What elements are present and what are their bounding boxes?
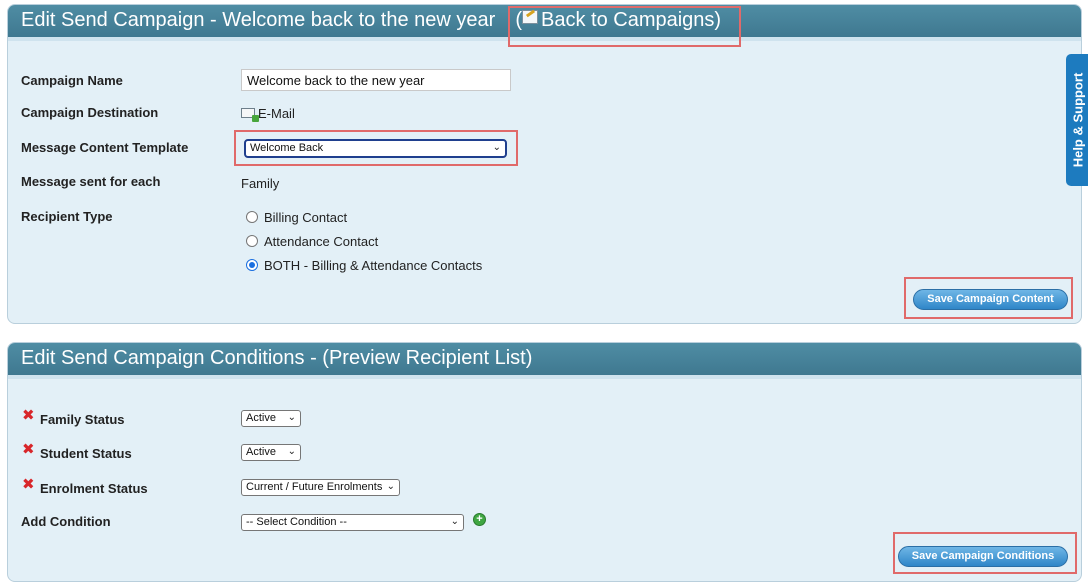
campaign-name-input[interactable] (241, 69, 511, 91)
back-link-label: Back to Campaigns (541, 9, 715, 31)
radio-billing-contact[interactable]: Billing Contact (246, 210, 347, 225)
condition-label: Family Status (40, 412, 125, 427)
remove-student-status-icon[interactable]: ✖ (22, 440, 35, 458)
destination-label: Campaign Destination (21, 105, 159, 120)
enrolment-status-select[interactable]: Current / Future Enrolments ⌄ (241, 479, 400, 496)
family-status-select[interactable]: Active ⌄ (241, 410, 301, 427)
chevron-down-icon: ⌄ (287, 446, 296, 457)
campaign-panel-header: Edit Send Campaign - Welcome back to the… (8, 5, 1081, 41)
select-value: Active (246, 446, 276, 458)
page-title: Edit Send Campaign - Welcome back to the… (21, 9, 496, 31)
radio-label: Attendance Contact (264, 234, 379, 249)
template-select[interactable]: Welcome Back ⌄ (244, 139, 507, 158)
chevron-down-icon: ⌄ (492, 142, 501, 153)
conditions-panel-header: Edit Send Campaign Conditions - (Preview… (8, 343, 1081, 379)
select-value: Active (246, 412, 276, 424)
save-campaign-content-button[interactable]: Save Campaign Content (913, 289, 1068, 310)
radio-attendance-contact[interactable]: Attendance Contact (246, 234, 378, 249)
remove-family-status-icon[interactable]: ✖ (22, 406, 35, 424)
destination-text: E-Mail (258, 106, 295, 121)
chevron-down-icon: ⌄ (450, 516, 459, 527)
radio-button[interactable] (246, 259, 258, 271)
sent-for-value: Family (241, 176, 280, 191)
template-selected: Welcome Back (250, 142, 324, 154)
select-value: Current / Future Enrolments (246, 481, 383, 493)
add-condition-select[interactable]: -- Select Condition -- ⌄ (241, 514, 464, 531)
condition-label: Enrolment Status (40, 481, 148, 496)
template-label: Message Content Template (21, 140, 189, 155)
condition-label: Student Status (40, 446, 132, 461)
radio-button[interactable] (246, 211, 258, 223)
campaign-content-panel: Edit Send Campaign - Welcome back to the… (7, 4, 1082, 324)
back-to-campaigns-link[interactable]: (Back to Campaigns) (515, 9, 721, 31)
email-icon (241, 108, 259, 122)
remove-enrolment-status-icon[interactable]: ✖ (22, 475, 35, 493)
add-condition-label: Add Condition (21, 514, 111, 529)
campaign-name-label: Campaign Name (21, 73, 123, 88)
radio-both-contacts[interactable]: BOTH - Billing & Attendance Contacts (246, 258, 482, 273)
help-support-tab[interactable]: Help & Support (1066, 54, 1088, 186)
conditions-title: Edit Send Campaign Conditions - (Preview… (21, 347, 533, 369)
radio-button[interactable] (246, 235, 258, 247)
chevron-down-icon: ⌄ (386, 481, 395, 492)
select-placeholder: -- Select Condition -- (246, 516, 347, 528)
destination-value: E-Mail (241, 106, 295, 122)
add-condition-plus-icon[interactable]: + (473, 513, 486, 526)
save-campaign-conditions-button[interactable]: Save Campaign Conditions (898, 546, 1068, 567)
edit-icon (522, 10, 538, 24)
recipient-type-label: Recipient Type (21, 209, 113, 224)
student-status-select[interactable]: Active ⌄ (241, 444, 301, 461)
radio-label: BOTH - Billing & Attendance Contacts (264, 258, 483, 273)
help-tab-label: Help & Support (1070, 72, 1086, 168)
chevron-down-icon: ⌄ (287, 412, 296, 423)
sent-for-label: Message sent for each (21, 174, 161, 189)
radio-label: Billing Contact (264, 210, 348, 225)
